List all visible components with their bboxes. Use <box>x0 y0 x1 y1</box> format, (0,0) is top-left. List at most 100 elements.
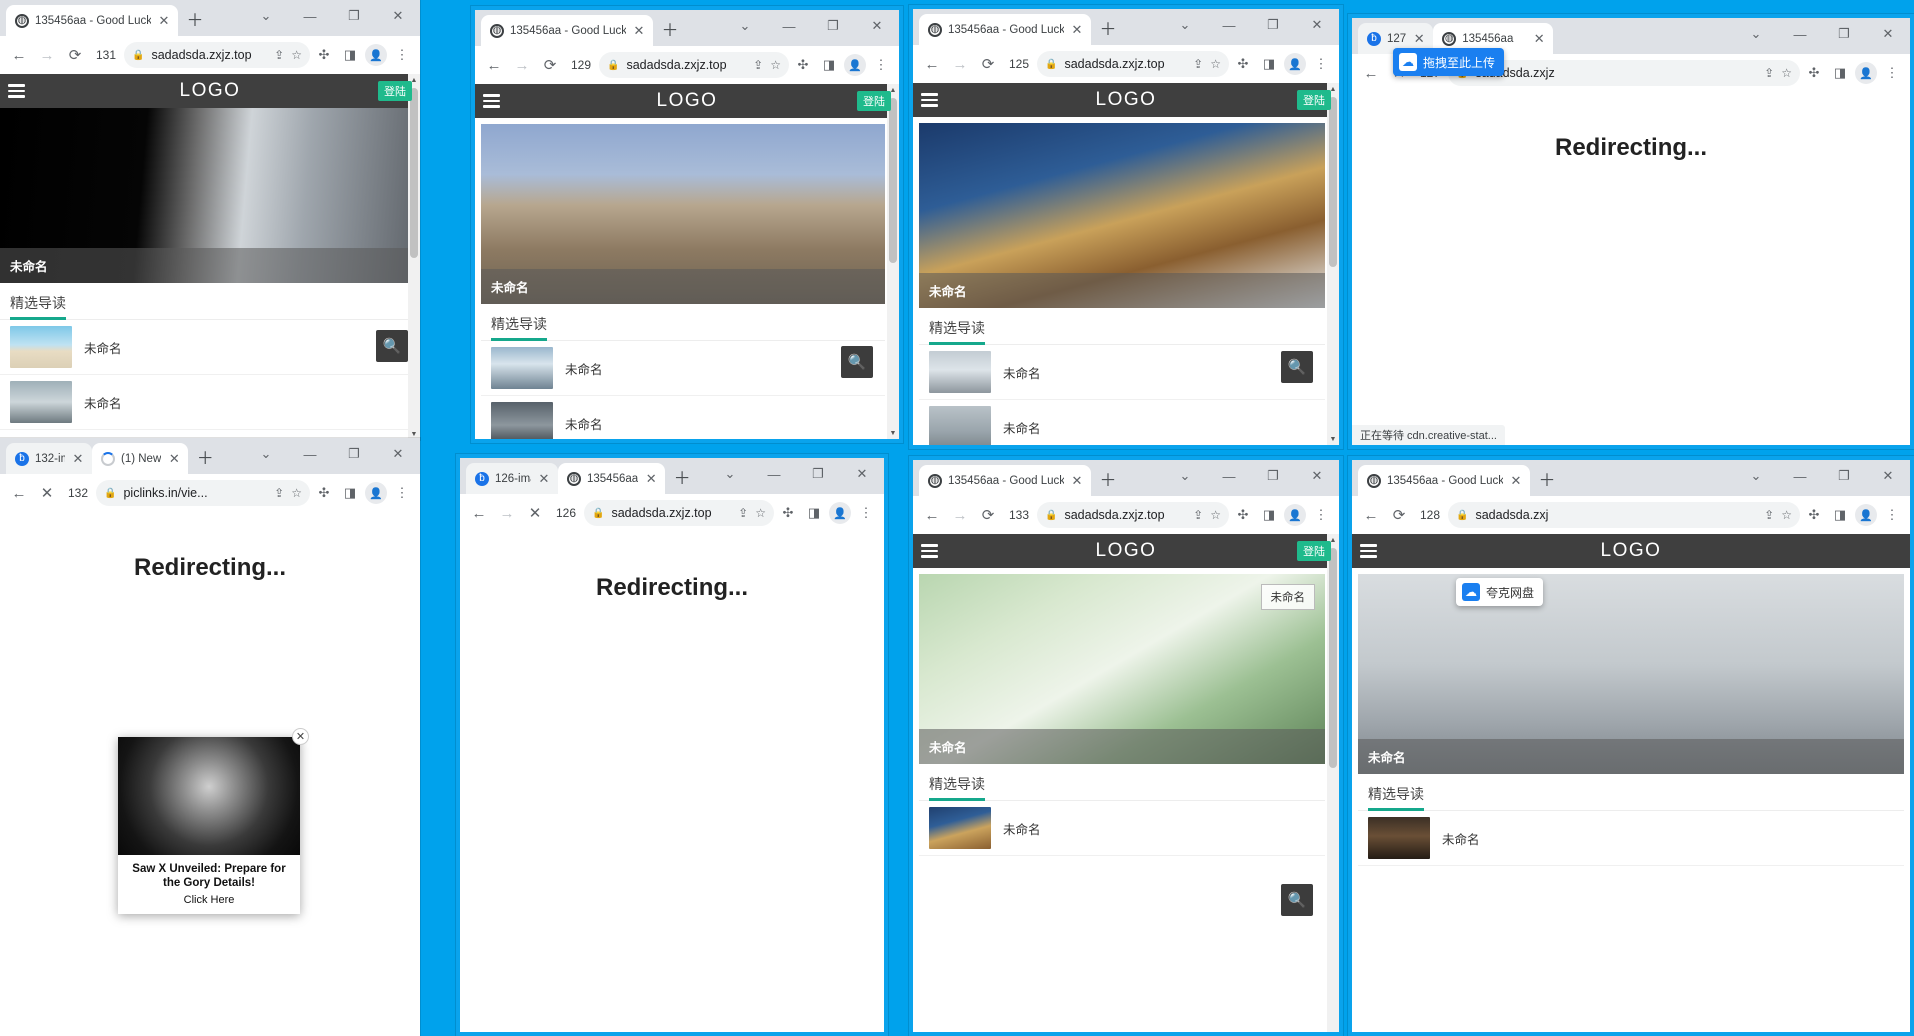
browser-window-5[interactable]: ƀ 132-imag ✕ (1) New ✕ ＋ ⌄ — ❐ ✕ ← ✕ 132… <box>0 438 420 1036</box>
puzzle-icon[interactable]: ✣ <box>1231 52 1255 76</box>
search-button[interactable]: 🔍 <box>376 330 408 362</box>
tab-search-icon[interactable]: ⌄ <box>1734 460 1778 492</box>
side-panel-icon[interactable]: ◨ <box>1828 503 1852 527</box>
address-bar[interactable]: 🔒 sadadsda.zxjz.top ⇪ ☆ <box>1037 51 1229 77</box>
tab-search-icon[interactable]: ⌄ <box>244 438 288 470</box>
window-close-button[interactable]: ✕ <box>376 438 420 470</box>
star-icon[interactable]: ☆ <box>291 48 302 62</box>
three-dot-menu-icon[interactable]: ⋮ <box>1880 503 1904 527</box>
puzzle-icon[interactable]: ✣ <box>312 43 336 67</box>
maximize-button[interactable]: ❐ <box>811 10 855 42</box>
browser-window-3[interactable]: ◍ 135456aa - Good Luck To You ✕ ＋ ⌄ — ❐ … <box>909 5 1343 449</box>
hamburger-icon[interactable] <box>8 84 25 98</box>
page-scrollbar[interactable]: ▲ ▼ <box>887 84 899 439</box>
profile-avatar-icon[interactable]: 👤 <box>364 43 388 67</box>
search-button[interactable]: 🔍 <box>841 346 873 378</box>
tab-search-icon[interactable]: ⌄ <box>1734 18 1778 50</box>
window-close-button[interactable]: ✕ <box>840 458 884 490</box>
hero-banner[interactable]: 未命名 <box>1358 574 1904 774</box>
back-arrow-icon[interactable]: ← <box>1358 502 1384 528</box>
list-item[interactable]: 未命名 <box>919 400 1325 445</box>
address-bar[interactable]: 🔒 sadadsda.zxjz.top ⇪ ☆ <box>599 52 789 78</box>
address-bar[interactable]: 🔒 piclinks.in/vie... ⇪ ☆ <box>96 480 310 506</box>
star-icon[interactable]: ☆ <box>1781 66 1792 80</box>
new-tab-button[interactable]: ＋ <box>194 447 216 469</box>
reload-icon[interactable]: ⟳ <box>62 42 88 68</box>
side-panel-icon[interactable]: ◨ <box>817 53 841 77</box>
puzzle-icon[interactable]: ✣ <box>312 481 336 505</box>
stop-x-icon[interactable]: ✕ <box>34 480 60 506</box>
browser-tab[interactable]: ◍ 135456aa - Good Luck To You ✕ <box>919 14 1091 45</box>
tab-close-icon[interactable]: ✕ <box>632 24 646 37</box>
three-dot-menu-icon[interactable]: ⋮ <box>390 481 414 505</box>
reload-icon[interactable]: ⟳ <box>975 502 1001 528</box>
share-icon[interactable]: ⇪ <box>738 506 748 520</box>
login-button[interactable]: 登陆 <box>378 81 412 101</box>
minimize-button[interactable]: — <box>1778 18 1822 50</box>
tab-close-icon[interactable]: ✕ <box>71 452 85 465</box>
ad-close-button[interactable]: ✕ <box>292 728 309 745</box>
scroll-down-arrow-icon[interactable]: ▼ <box>887 427 899 439</box>
back-arrow-icon[interactable]: ← <box>466 500 492 526</box>
page-scrollbar[interactable]: ▲ ▼ <box>1327 534 1339 1036</box>
window-close-button[interactable]: ✕ <box>855 10 899 42</box>
search-button[interactable]: 🔍 <box>1281 351 1313 383</box>
ad-image[interactable] <box>118 737 300 855</box>
address-bar[interactable]: 🔒 sadadsda.zxjz.top ⇪ ☆ <box>124 42 310 68</box>
star-icon[interactable]: ☆ <box>1210 57 1221 71</box>
page-scrollbar[interactable]: ▲ ▼ <box>1327 83 1339 445</box>
star-icon[interactable]: ☆ <box>1210 508 1221 522</box>
list-item[interactable]: 未命名 <box>481 341 885 396</box>
share-icon[interactable]: ⇪ <box>753 58 763 72</box>
profile-avatar-icon[interactable]: 👤 <box>828 501 852 525</box>
tab-close-icon[interactable]: ✕ <box>1070 474 1084 487</box>
minimize-button[interactable]: — <box>767 10 811 42</box>
login-button[interactable]: 登陆 <box>1297 541 1331 561</box>
tab-search-icon[interactable]: ⌄ <box>1163 460 1207 492</box>
tab-close-icon[interactable]: ✕ <box>537 472 551 485</box>
reload-icon[interactable]: ⟳ <box>975 51 1001 77</box>
maximize-button[interactable]: ❐ <box>1251 460 1295 492</box>
cloud-upload-chip[interactable]: ☁ 拖拽至此上传 <box>1393 48 1504 76</box>
maximize-button[interactable]: ❐ <box>796 458 840 490</box>
star-icon[interactable]: ☆ <box>291 486 302 500</box>
stop-x-icon[interactable]: ✕ <box>522 500 548 526</box>
puzzle-icon[interactable]: ✣ <box>1802 503 1826 527</box>
three-dot-menu-icon[interactable]: ⋮ <box>1309 503 1333 527</box>
address-bar[interactable]: 🔒 sadadsda.zxjz.top ⇪ ☆ <box>584 500 774 526</box>
tab-close-icon[interactable]: ✕ <box>167 452 181 465</box>
tab-search-icon[interactable]: ⌄ <box>723 10 767 42</box>
login-button[interactable]: 登陆 <box>1297 90 1331 110</box>
maximize-button[interactable]: ❐ <box>332 438 376 470</box>
browser-tab[interactable]: ◍ 135456aa - Good Luck To You ✕ <box>481 15 653 46</box>
share-icon[interactable]: ⇪ <box>1764 508 1774 522</box>
ad-cta-link[interactable]: Click Here <box>118 894 300 914</box>
star-icon[interactable]: ☆ <box>755 506 766 520</box>
address-bar[interactable]: 🔒 sadadsda.zxj ⇪ ☆ <box>1448 502 1800 528</box>
minimize-button[interactable]: — <box>288 0 332 32</box>
cloud-upload-chip[interactable]: ☁ 夸克网盘 <box>1456 578 1543 606</box>
side-panel-icon[interactable]: ◨ <box>1828 61 1852 85</box>
scrollbar-thumb[interactable] <box>410 88 418 258</box>
new-tab-button[interactable]: ＋ <box>1097 18 1119 40</box>
new-tab-button[interactable]: ＋ <box>1536 469 1558 491</box>
back-arrow-icon[interactable]: ← <box>919 502 945 528</box>
profile-avatar-icon[interactable]: 👤 <box>1854 503 1878 527</box>
three-dot-menu-icon[interactable]: ⋮ <box>854 501 878 525</box>
maximize-button[interactable]: ❐ <box>332 0 376 32</box>
three-dot-menu-icon[interactable]: ⋮ <box>1309 52 1333 76</box>
new-tab-button[interactable]: ＋ <box>659 19 681 41</box>
share-icon[interactable]: ⇪ <box>1193 508 1203 522</box>
window-close-button[interactable]: ✕ <box>1295 460 1339 492</box>
list-item[interactable]: 未命名 <box>0 375 420 430</box>
list-item[interactable]: 未命名 <box>919 801 1325 856</box>
profile-avatar-icon[interactable]: 👤 <box>843 53 867 77</box>
address-bar[interactable]: 🔒 sadadsda.zxjz.top ⇪ ☆ <box>1037 502 1229 528</box>
tab-close-icon[interactable]: ✕ <box>1532 32 1546 45</box>
minimize-button[interactable]: — <box>1207 460 1251 492</box>
login-button[interactable]: 登陆 <box>857 91 891 111</box>
share-icon[interactable]: ⇪ <box>1764 66 1774 80</box>
scroll-down-arrow-icon[interactable]: ▼ <box>1327 433 1339 445</box>
side-panel-icon[interactable]: ◨ <box>802 501 826 525</box>
tab-close-icon[interactable]: ✕ <box>1412 32 1426 45</box>
